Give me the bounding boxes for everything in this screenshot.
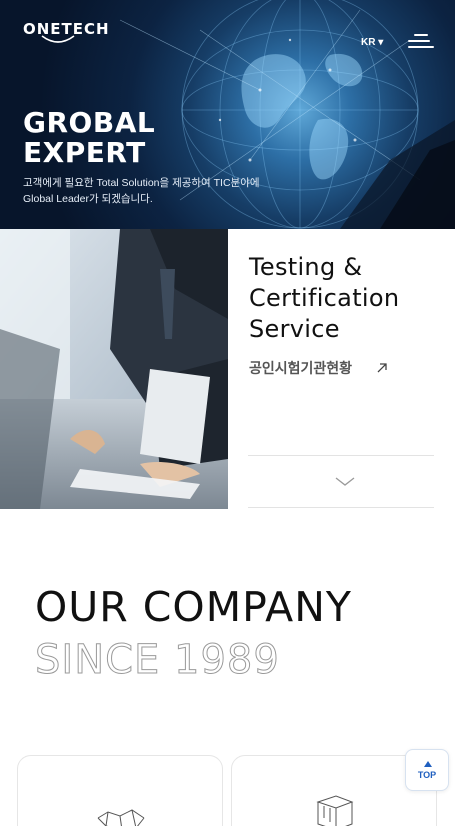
hamburger-menu-icon[interactable]: [408, 33, 434, 49]
caret-down-icon: ▾: [378, 37, 384, 48]
divider: [248, 507, 434, 508]
cube-icon: [316, 795, 354, 826]
business-meeting-photo: [0, 229, 228, 509]
chevron-down-icon[interactable]: [333, 474, 357, 488]
triangle-up-icon: [424, 761, 432, 767]
hero-banner: ONETECH KR ▾ GROBAL EXPERT 고객에게 필요한 Tota…: [0, 0, 455, 229]
hero-title-line2: EXPERT: [23, 136, 146, 169]
testing-institution-link[interactable]: 공인시험기관현황: [249, 358, 352, 378]
scroll-to-top-button[interactable]: TOP: [405, 749, 449, 791]
arrow-up-right-icon[interactable]: [376, 362, 388, 374]
company-since-outline: SINCE 1989: [35, 637, 280, 684]
logo-swoosh-icon: [41, 35, 75, 43]
company-heading: OUR COMPANY: [35, 583, 352, 631]
language-label: KR: [361, 37, 376, 48]
divider: [248, 455, 434, 456]
top-label: TOP: [417, 770, 437, 780]
service-title-line2: Certification: [249, 284, 400, 312]
hero-subtitle: 고객에게 필요한 Total Solution을 제공하여 TIC분야에 Glo…: [23, 177, 260, 205]
meeting-photo-illustration: [0, 229, 228, 509]
network-icon: [97, 809, 145, 826]
service-title-line3: Service: [249, 315, 340, 343]
company-card[interactable]: [17, 755, 223, 826]
language-selector[interactable]: KR ▾: [361, 37, 383, 48]
hero-title: GROBAL EXPERT: [23, 108, 155, 168]
hero-title-line1: GROBAL: [23, 106, 156, 139]
service-title: Testing & Certification Service: [249, 252, 399, 345]
service-title-line1: Testing &: [249, 253, 363, 281]
